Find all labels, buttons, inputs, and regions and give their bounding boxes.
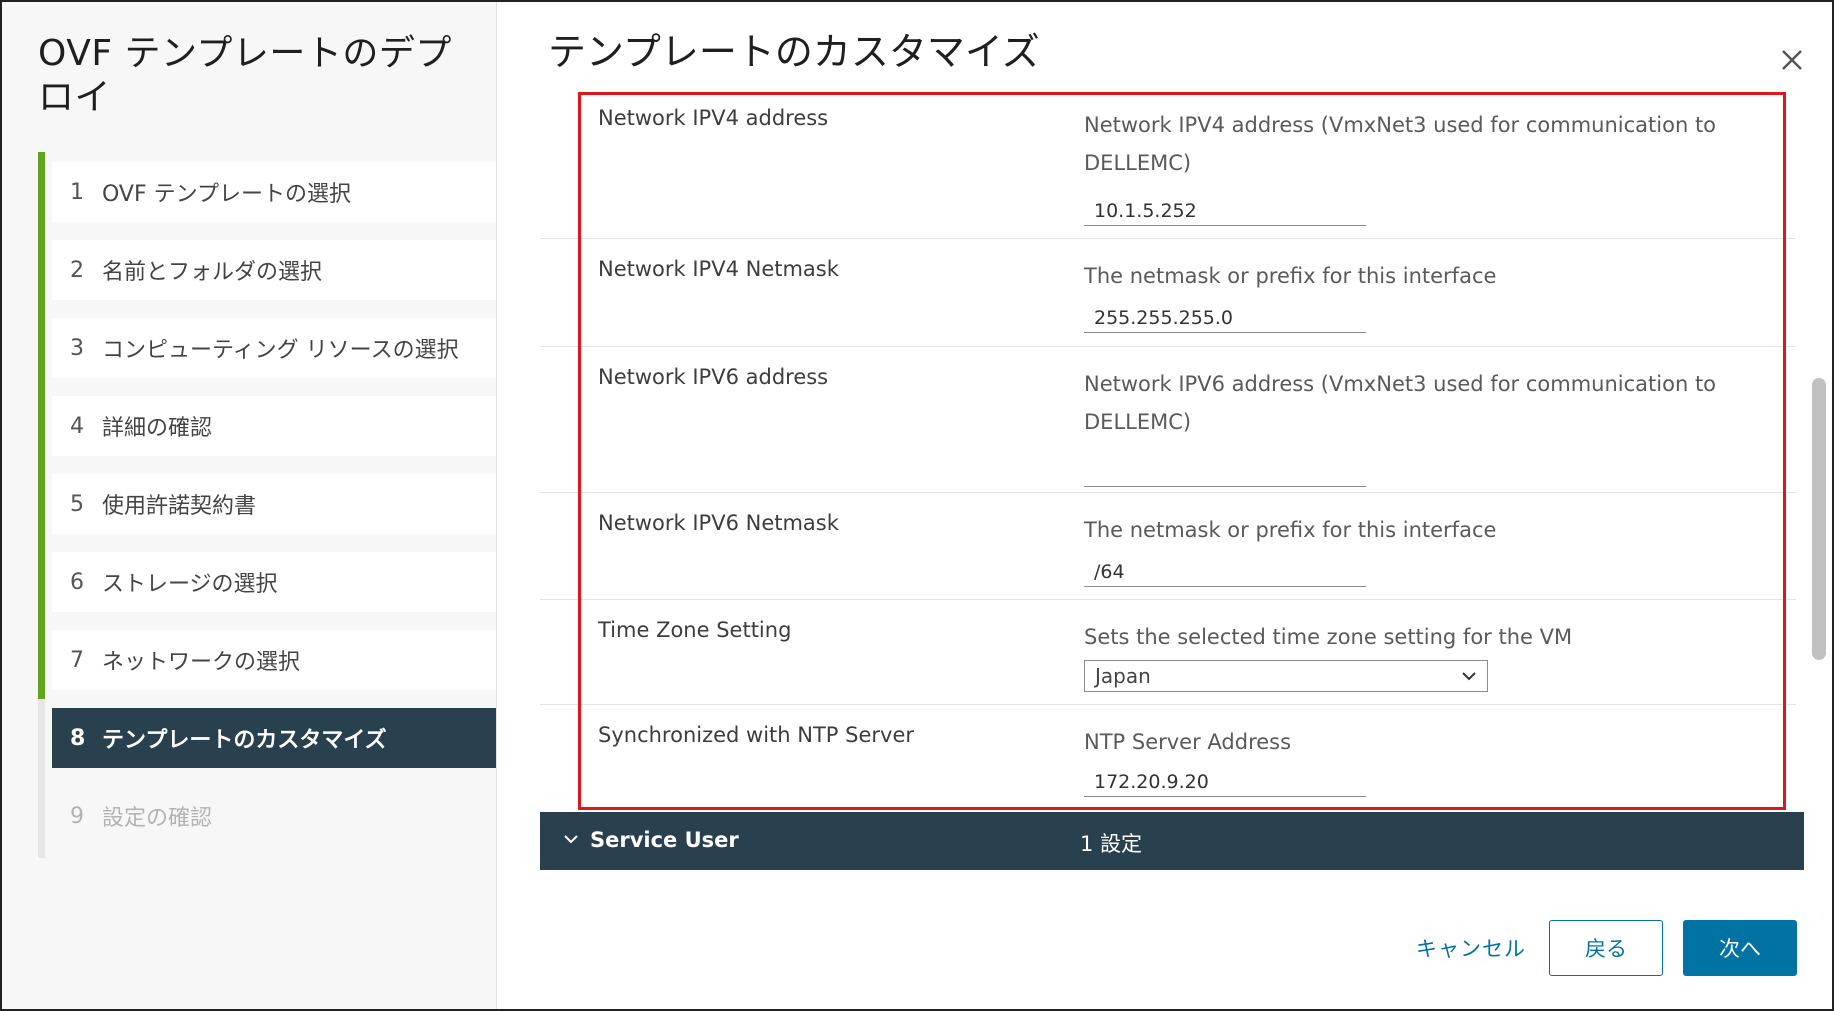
step-item-7[interactable]: 7 ネットワークの選択 bbox=[52, 630, 496, 690]
property-label: Network IPV6 address bbox=[598, 365, 829, 389]
step-number: 5 bbox=[70, 491, 84, 517]
wizard-sidebar: OVF テンプレートのデプロイ 1 OVF テンプレートの選択 2 名前とフォル… bbox=[2, 2, 497, 1009]
property-label: Network IPV4 Netmask bbox=[598, 257, 839, 281]
property-row-ipv6-address: Network IPV6 address Network IPV6 addres… bbox=[540, 347, 1796, 493]
step-number: 2 bbox=[70, 257, 84, 283]
step-label: 設定の確認 bbox=[102, 806, 213, 831]
ipv6-address-input[interactable] bbox=[1084, 457, 1366, 487]
next-button[interactable]: 次へ bbox=[1683, 920, 1797, 976]
ntp-server-input[interactable] bbox=[1084, 767, 1366, 797]
property-row-ipv4-address: Network IPV4 address Network IPV4 addres… bbox=[540, 88, 1796, 239]
step-item-9: 9 設定の確認 bbox=[52, 786, 496, 846]
cancel-button[interactable]: キャンセル bbox=[1406, 920, 1536, 976]
step-number: 7 bbox=[70, 647, 84, 673]
step-progress-rail bbox=[38, 152, 45, 699]
step-label: テンプレートのカスタマイズ bbox=[102, 728, 387, 753]
back-button[interactable]: 戻る bbox=[1549, 920, 1663, 976]
time-zone-selected-value: Japan bbox=[1095, 664, 1151, 688]
step-item-2[interactable]: 2 名前とフォルダの選択 bbox=[52, 240, 496, 300]
step-number: 4 bbox=[70, 413, 84, 439]
customize-properties-list[interactable]: Network IPV4 address Network IPV4 addres… bbox=[540, 88, 1804, 880]
ipv4-address-input[interactable] bbox=[1084, 196, 1366, 226]
property-row-ipv4-netmask: Network IPV4 Netmask The netmask or pref… bbox=[540, 239, 1796, 347]
deploy-ovf-dialog: OVF テンプレートのデプロイ 1 OVF テンプレートの選択 2 名前とフォル… bbox=[0, 0, 1834, 1011]
property-description: NTP Server Address bbox=[1084, 730, 1292, 754]
step-item-1[interactable]: 1 OVF テンプレートの選択 bbox=[52, 162, 496, 222]
step-label: 詳細の確認 bbox=[102, 416, 213, 441]
close-button[interactable] bbox=[1774, 42, 1810, 78]
chevron-down-icon bbox=[564, 835, 578, 844]
scrollbar-thumb[interactable] bbox=[1812, 378, 1826, 660]
close-icon bbox=[1782, 50, 1802, 70]
property-description: Sets the selected time zone setting for … bbox=[1084, 625, 1573, 649]
section-title: Service User bbox=[590, 828, 739, 852]
section-header-service-user[interactable]: Service User 1 設定 bbox=[540, 812, 1804, 870]
section-setting-count: 1 設定 bbox=[1080, 832, 1143, 856]
content-scrollbar[interactable] bbox=[1808, 88, 1828, 878]
property-description: The netmask or prefix for this interface bbox=[1084, 518, 1497, 542]
step-label: 使用許諾契約書 bbox=[102, 494, 257, 519]
step-item-8[interactable]: 8 テンプレートのカスタマイズ bbox=[52, 708, 496, 768]
step-item-3[interactable]: 3 コンピューティング リソースの選択 bbox=[52, 318, 496, 378]
time-zone-select[interactable]: Japan bbox=[1084, 660, 1488, 692]
step-label: 名前とフォルダの選択 bbox=[102, 260, 323, 285]
wizard-steps: 1 OVF テンプレートの選択 2 名前とフォルダの選択 3 コンピューティング… bbox=[38, 152, 496, 858]
step-number: 9 bbox=[70, 803, 84, 829]
step-item-4[interactable]: 4 詳細の確認 bbox=[52, 396, 496, 456]
step-number: 1 bbox=[70, 179, 84, 205]
property-row-ntp-server: Synchronized with NTP Server NTP Server … bbox=[540, 705, 1796, 809]
step-number: 8 bbox=[70, 725, 86, 751]
step-label: ストレージの選択 bbox=[102, 572, 278, 597]
step-label: コンピューティング リソースの選択 bbox=[102, 338, 459, 363]
step-label: OVF テンプレートの選択 bbox=[102, 182, 351, 207]
ipv6-netmask-input[interactable] bbox=[1084, 557, 1366, 587]
property-row-time-zone: Time Zone Setting Sets the selected time… bbox=[540, 600, 1796, 705]
property-label: Synchronized with NTP Server bbox=[598, 723, 915, 747]
property-description: Network IPV4 address (VmxNet3 used for c… bbox=[1084, 113, 1717, 175]
ipv4-netmask-input[interactable] bbox=[1084, 303, 1366, 333]
wizard-title: OVF テンプレートのデプロイ bbox=[38, 33, 452, 118]
property-description: The netmask or prefix for this interface bbox=[1084, 264, 1497, 288]
property-label: Network IPV4 address bbox=[598, 106, 829, 130]
step-number: 6 bbox=[70, 569, 84, 595]
step-item-6[interactable]: 6 ストレージの選択 bbox=[52, 552, 496, 612]
step-label: ネットワークの選択 bbox=[102, 650, 301, 675]
property-description: Network IPV6 address (VmxNet3 used for c… bbox=[1084, 372, 1717, 434]
property-label: Time Zone Setting bbox=[598, 618, 792, 642]
step-item-5[interactable]: 5 使用許諾契約書 bbox=[52, 474, 496, 534]
step-number: 3 bbox=[70, 335, 84, 361]
property-row-ipv6-netmask: Network IPV6 Netmask The netmask or pref… bbox=[540, 493, 1796, 600]
chevron-down-icon bbox=[1462, 672, 1476, 681]
page-title: テンプレートのカスタマイズ bbox=[548, 30, 1040, 74]
property-label: Network IPV6 Netmask bbox=[598, 511, 839, 535]
